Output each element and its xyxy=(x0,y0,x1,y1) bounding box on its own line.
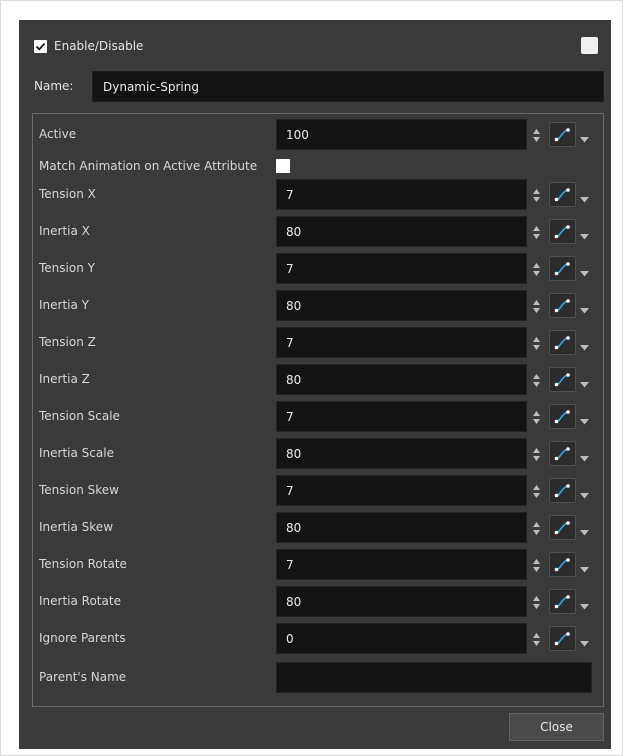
up-down-arrows-icon[interactable] xyxy=(533,558,540,572)
tension-y-label: Tension Y xyxy=(39,261,95,275)
function-curve-icon xyxy=(554,484,570,498)
up-down-arrows-icon[interactable] xyxy=(533,373,540,387)
inertia-x-label: Inertia X xyxy=(39,224,90,238)
inertia-z-label: Inertia Z xyxy=(39,372,90,386)
inertia-skew-input[interactable]: 80 xyxy=(276,512,527,543)
function-curve-icon xyxy=(554,447,570,461)
dropdown-arrow-icon[interactable] xyxy=(580,132,589,143)
up-down-arrows-icon[interactable] xyxy=(533,299,540,313)
parents-name-input[interactable] xyxy=(276,662,592,693)
function-curve-button[interactable] xyxy=(549,441,576,466)
match-animation-on-active-attribute-label: Match Animation on Active Attribute xyxy=(39,159,258,173)
dropdown-arrow-icon[interactable] xyxy=(580,636,589,647)
dropdown-arrow-icon[interactable] xyxy=(580,414,589,425)
dropdown-arrow-icon[interactable] xyxy=(580,525,589,536)
inertia-z-input[interactable]: 80 xyxy=(276,364,527,395)
tension-rotate-input[interactable]: 7 xyxy=(276,549,527,580)
ignore-parents-input[interactable]: 0 xyxy=(276,623,527,654)
enable-label: Enable/Disable xyxy=(54,39,144,53)
inertia-x-input[interactable]: 80 xyxy=(276,216,527,247)
tension-scale-input[interactable]: 7 xyxy=(276,401,527,432)
function-curve-button[interactable] xyxy=(549,404,576,429)
tension-y-input[interactable]: 7 xyxy=(276,253,527,284)
function-curve-button[interactable] xyxy=(549,367,576,392)
function-curve-button[interactable] xyxy=(549,515,576,540)
name-label: Name: xyxy=(34,79,74,93)
function-curve-icon xyxy=(554,410,570,424)
dropdown-arrow-icon[interactable] xyxy=(580,451,589,462)
tension-z-label: Tension Z xyxy=(39,335,96,349)
function-curve-icon xyxy=(554,632,570,646)
tension-scale-label: Tension Scale xyxy=(39,409,120,423)
dropdown-arrow-icon[interactable] xyxy=(580,488,589,499)
function-curve-icon xyxy=(554,336,570,350)
tension-z-input[interactable]: 7 xyxy=(276,327,527,358)
function-curve-icon xyxy=(554,595,570,609)
inertia-scale-label: Inertia Scale xyxy=(39,446,114,460)
up-down-arrows-icon[interactable] xyxy=(533,447,540,461)
function-curve-button[interactable] xyxy=(549,182,576,207)
up-down-arrows-icon[interactable] xyxy=(533,521,540,535)
function-curve-button[interactable] xyxy=(549,330,576,355)
dropdown-arrow-icon[interactable] xyxy=(580,192,589,203)
enable-checkbox[interactable] xyxy=(34,39,47,53)
up-down-arrows-icon[interactable] xyxy=(533,188,540,202)
dropdown-arrow-icon[interactable] xyxy=(580,229,589,240)
tension-x-label: Tension X xyxy=(39,187,96,201)
dropdown-arrow-icon[interactable] xyxy=(580,562,589,573)
function-curve-icon xyxy=(554,128,570,142)
function-curve-button[interactable] xyxy=(549,219,576,244)
function-curve-button[interactable] xyxy=(549,626,576,651)
inertia-skew-label: Inertia Skew xyxy=(39,520,114,534)
dropdown-arrow-icon[interactable] xyxy=(580,340,589,351)
tension-x-input[interactable]: 7 xyxy=(276,179,527,210)
function-curve-button[interactable] xyxy=(549,478,576,503)
dropdown-arrow-icon[interactable] xyxy=(580,377,589,388)
function-curve-icon xyxy=(554,521,570,535)
active-input[interactable]: 100 xyxy=(276,119,527,150)
function-curve-icon xyxy=(554,373,570,387)
up-down-arrows-icon[interactable] xyxy=(533,262,540,276)
up-down-arrows-icon[interactable] xyxy=(533,632,540,646)
tension-rotate-label: Tension Rotate xyxy=(39,557,127,571)
function-curve-icon xyxy=(554,188,570,202)
up-down-arrows-icon[interactable] xyxy=(533,484,540,498)
dropdown-arrow-icon[interactable] xyxy=(580,303,589,314)
function-curve-icon xyxy=(554,558,570,572)
inertia-scale-input[interactable]: 80 xyxy=(276,438,527,469)
inertia-rotate-label: Inertia Rotate xyxy=(39,594,121,608)
active-label: Active xyxy=(39,127,77,141)
inertia-y-input[interactable]: 80 xyxy=(276,290,527,321)
function-curve-button[interactable] xyxy=(549,256,576,281)
parent-s-name-label: Parent's Name xyxy=(39,670,127,684)
up-down-arrows-icon[interactable] xyxy=(533,595,540,609)
close-button[interactable]: Close xyxy=(509,713,604,741)
color-swatch-button[interactable] xyxy=(581,37,598,54)
ignore-parents-label: Ignore Parents xyxy=(39,631,126,645)
dropdown-arrow-icon[interactable] xyxy=(580,266,589,277)
inertia-rotate-input[interactable]: 80 xyxy=(276,586,527,617)
tension-skew-label: Tension Skew xyxy=(39,483,119,497)
enable-disable-toggle[interactable]: Enable/Disable xyxy=(34,37,143,55)
up-down-arrows-icon[interactable] xyxy=(533,410,540,424)
name-input[interactable]: Dynamic-Spring xyxy=(92,71,604,102)
up-down-arrows-icon[interactable] xyxy=(533,128,540,142)
function-curve-icon xyxy=(554,262,570,276)
match-animation-checkbox[interactable] xyxy=(276,159,290,173)
function-curve-icon xyxy=(554,225,570,239)
tension-skew-input[interactable]: 7 xyxy=(276,475,527,506)
function-curve-button[interactable] xyxy=(549,589,576,614)
up-down-arrows-icon[interactable] xyxy=(533,225,540,239)
checkmark-icon xyxy=(35,42,46,51)
up-down-arrows-icon[interactable] xyxy=(533,336,540,350)
function-curve-button[interactable] xyxy=(549,552,576,577)
function-curve-button[interactable] xyxy=(549,122,576,147)
function-curve-button[interactable] xyxy=(549,293,576,318)
inertia-y-label: Inertia Y xyxy=(39,298,89,312)
dropdown-arrow-icon[interactable] xyxy=(580,599,589,610)
function-curve-icon xyxy=(554,299,570,313)
